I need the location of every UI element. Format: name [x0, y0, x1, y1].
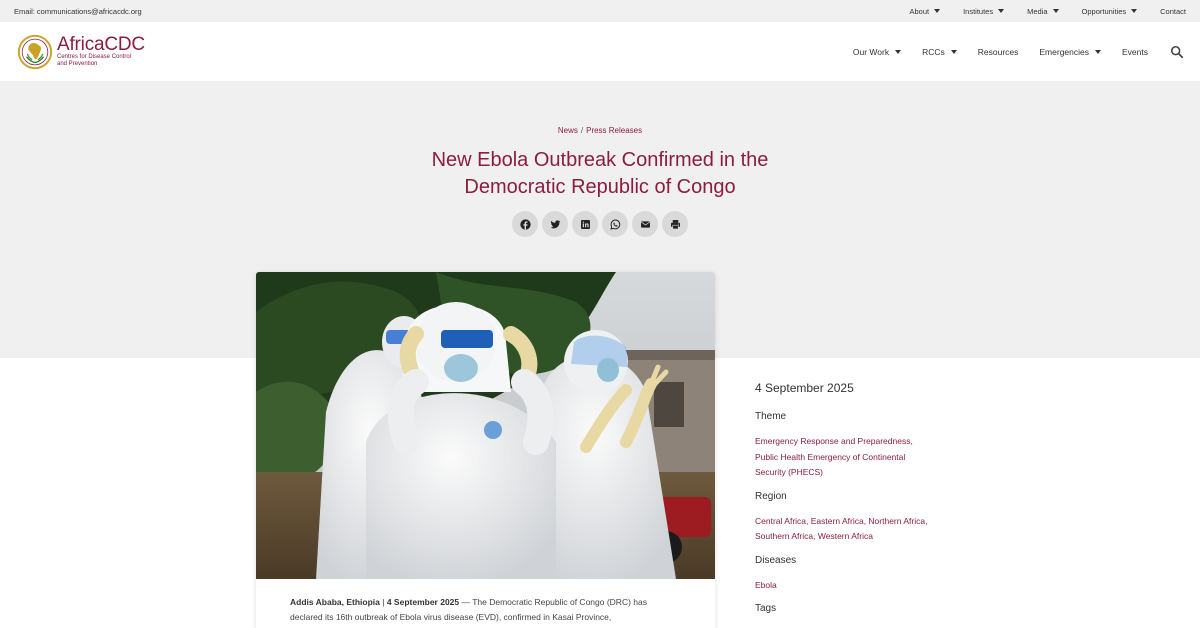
nav-label: Events [1122, 46, 1148, 57]
top-nav: About Institutes Media Opportunities Con… [886, 7, 1186, 16]
share-facebook-button[interactable] [512, 211, 538, 237]
lead-text-line-1: — The Democratic Republic of Congo (DRC)… [459, 597, 647, 607]
logo-subtitle-line-1: Centres for Disease Control [57, 54, 132, 60]
top-nav-institutes[interactable]: Institutes [963, 6, 1005, 16]
nav-rccs[interactable]: RCCs [922, 47, 957, 57]
page-title: New Ebola Outbreak Confirmed in the Demo… [431, 149, 769, 198]
top-nav-opportunities[interactable]: Opportunities [1082, 7, 1138, 16]
share-buttons [512, 211, 688, 237]
nav-our-work[interactable]: Our Work [852, 46, 902, 57]
africa-cdc-emblem-icon [17, 34, 53, 69]
site-logo[interactable]: AfricaCDC Centres for Disease Control an… [16, 33, 145, 71]
main-header: AfricaCDC Centres for Disease Control an… [0, 22, 1200, 81]
nav-label: Resources [977, 46, 1019, 57]
caret-down-icon [950, 49, 957, 54]
top-nav-about[interactable]: About [909, 6, 941, 16]
top-nav-label: Institutes [963, 6, 994, 16]
lead-date: 4 September 2025 [386, 597, 460, 607]
region-link[interactable]: Northern Africa [868, 516, 925, 526]
lead-location: Addis Ababa, Ethiopia [290, 597, 380, 607]
logo-subtitle-line-2: and Prevention [57, 61, 98, 67]
top-nav-label: About [909, 6, 930, 16]
nav-resources[interactable]: Resources [978, 47, 1019, 57]
caret-down-icon [1131, 9, 1138, 13]
whatsapp-icon [609, 219, 620, 230]
main-nav: Our Work RCCs Resources Emergencies Even… [832, 45, 1184, 59]
breadcrumb: News / Press Releases [0, 126, 1200, 135]
theme-heading: Theme [755, 411, 787, 422]
article-meta-sidebar: 4 September 2025 Theme Emergency Respons… [755, 381, 935, 626]
top-nav-label: Media [1027, 6, 1048, 16]
article-lead: Addis Ababa, Ethiopia | 4 September 2025… [256, 579, 715, 625]
top-nav-label: Contact [1160, 6, 1186, 16]
search-icon[interactable] [1170, 45, 1184, 59]
breadcrumb-news[interactable]: News [558, 126, 578, 135]
print-button[interactable] [662, 211, 688, 237]
region-link[interactable]: Central Africa [755, 516, 806, 526]
disease-link[interactable]: Ebola [755, 580, 777, 590]
article-photo [256, 272, 715, 579]
contact-email[interactable]: Email: communications@africacdc.org [14, 7, 142, 16]
nav-emergencies[interactable]: Emergencies [1039, 47, 1101, 57]
twitter-icon [550, 219, 560, 228]
top-nav-media[interactable]: Media [1027, 6, 1059, 16]
share-twitter-button[interactable] [542, 211, 568, 237]
theme-links: Emergency Response and Preparedness, Pub… [755, 436, 913, 478]
nav-label: RCCs [922, 46, 945, 57]
caret-down-icon [895, 49, 902, 54]
facebook-icon [519, 218, 531, 230]
envelope-icon [640, 220, 650, 228]
linkedin-icon [580, 219, 590, 229]
nav-events[interactable]: Events [1122, 47, 1148, 57]
email-label: Email: [14, 6, 37, 16]
top-nav-contact[interactable]: Contact [1160, 7, 1186, 16]
caret-down-icon [934, 9, 941, 13]
region-links: Central Africa, Eastern Africa, Northern… [755, 515, 928, 542]
disease-links: Ebola [755, 578, 935, 594]
breadcrumb-press-releases[interactable]: Press Releases [586, 126, 642, 135]
publish-date: 4 September 2025 [755, 381, 854, 395]
share-whatsapp-button[interactable] [602, 211, 628, 237]
article-card: Addis Ababa, Ethiopia | 4 September 2025… [256, 272, 715, 628]
theme-link[interactable]: Public Health Emergency of Continental S… [755, 452, 905, 478]
share-email-button[interactable] [632, 211, 658, 237]
nav-label: Emergencies [1039, 46, 1089, 57]
tags-heading: Tags [755, 603, 777, 614]
nav-label: Our Work [852, 46, 890, 57]
logo-name: AfricaCDC [57, 34, 145, 55]
print-icon [670, 219, 680, 229]
top-nav-label: Opportunities [1081, 6, 1127, 16]
breadcrumb-separator: / [580, 126, 584, 135]
caret-down-icon [1095, 49, 1101, 54]
lead-text-line-2: declared its 16th outbreak of Ebola viru… [290, 612, 612, 622]
region-link[interactable]: Southern Africa [755, 531, 813, 541]
region-link[interactable]: Western Africa [818, 531, 873, 541]
lead-separator: | [379, 597, 387, 607]
top-bar: Email: communications@africacdc.org Abou… [0, 0, 1200, 22]
caret-down-icon [1052, 9, 1059, 13]
share-linkedin-button[interactable] [572, 211, 598, 237]
theme-link[interactable]: Emergency Response and Preparedness [755, 436, 910, 446]
region-link[interactable]: Eastern Africa [811, 516, 864, 526]
diseases-heading: Diseases [755, 554, 797, 566]
region-heading: Region [755, 490, 787, 502]
caret-down-icon [998, 9, 1005, 13]
email-address[interactable]: communications@africacdc.org [37, 7, 142, 16]
